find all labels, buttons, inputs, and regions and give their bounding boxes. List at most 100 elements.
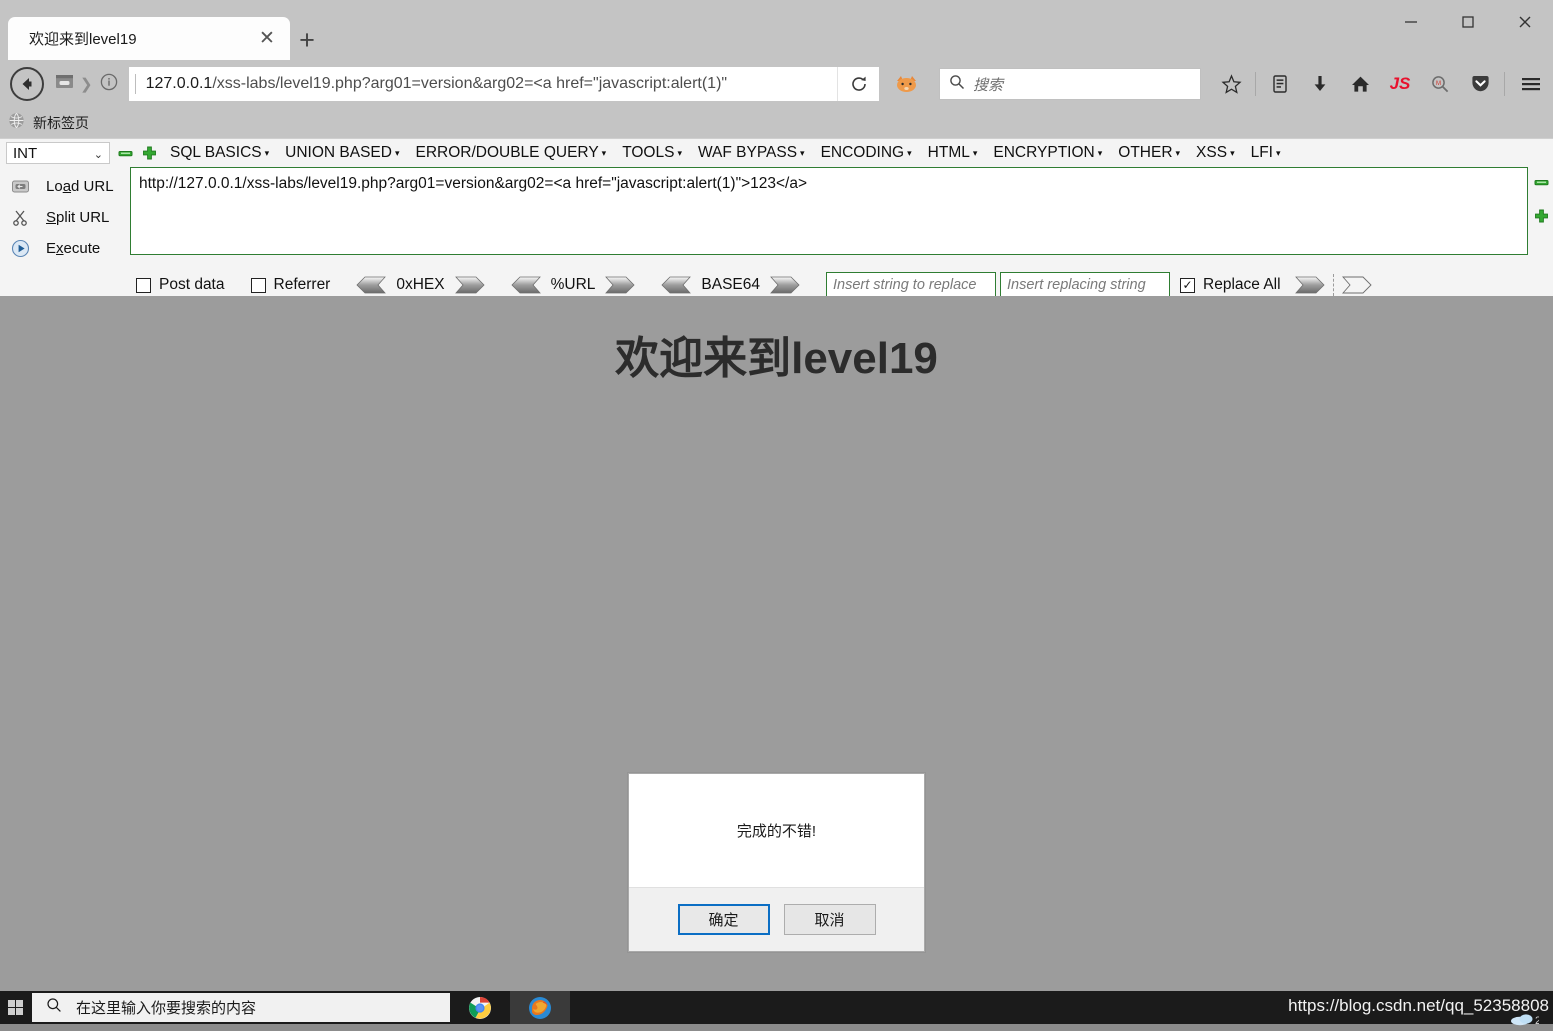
menu-label: HTML [927,144,970,161]
taskbar-search-input[interactable]: 在这里输入你要搜索的内容 [32,993,450,1022]
taskbar-search-icon [46,997,62,1018]
checkbox-box: ✓ [1180,277,1196,293]
dialog-body: 完成的不错! [629,774,924,887]
add-icon[interactable] [140,144,158,162]
hackbar-side-buttons [1530,167,1553,264]
new-tab-plus-icon[interactable]: + [292,25,322,55]
hackbar-menu-waf-bypass[interactable]: WAF BYPASS ▾ [698,144,805,162]
checkbox-box [250,277,266,293]
reload-icon[interactable] [837,67,879,101]
wappalyzer-icon[interactable]: M [1420,64,1460,104]
payload-type-select[interactable]: INT ⌄ [6,142,110,164]
referrer-checkbox[interactable]: Referrer [250,276,330,294]
chevron-down-icon: ▾ [394,147,400,158]
chevron-down-icon: ▾ [264,147,270,158]
close-icon[interactable] [1496,0,1553,44]
windows-start-icon[interactable] [0,991,30,1024]
load-url-button[interactable]: Load URL [0,171,130,202]
chevron-down-icon: ▾ [1230,147,1235,158]
hackbar-menu-html[interactable]: HTML ▾ [928,144,978,162]
menu-label: ENCRYPTION [993,144,1095,161]
menu-label: ERROR/DOUBLE QUERY [415,144,599,161]
javascript-toggle-icon[interactable]: JS [1380,64,1420,104]
request-textarea[interactable]: http://127.0.0.1/xss-labs/level19.php?ar… [130,167,1528,255]
close-icon[interactable]: ✕ [252,24,282,54]
replace-from-input[interactable]: Insert string to replace [826,272,997,298]
encode-right-arrow-icon[interactable] [454,276,485,294]
hackbar-fox-icon[interactable] [889,73,925,95]
hackbar-menu-encryption[interactable]: ENCRYPTION ▾ [993,144,1102,162]
post-data-checkbox[interactable]: Post data [136,276,225,294]
hackbar-menu-tools[interactable]: TOOLS ▾ [622,144,682,162]
back-arrow-icon[interactable] [10,67,44,101]
bookmarks-toolbar: 新标签页 [0,108,1553,138]
replace-from-placeholder: Insert string to replace [833,277,977,293]
url-label: %URL [550,276,596,293]
browser-tab[interactable]: 欢迎来到level19 ✕ [8,17,290,60]
replace-to-input[interactable]: Insert replacing string [1000,272,1171,298]
search-input[interactable]: 搜索 [939,68,1201,100]
chevron-down-icon: ⌄ [93,149,103,161]
minimize-icon[interactable] [1382,0,1439,44]
hackbar-menu-xss[interactable]: XSS ▾ [1196,144,1235,162]
bookmark-label: 新标签页 [33,115,89,131]
menu-label: TOOLS [622,144,675,161]
home-icon[interactable] [1340,64,1380,104]
hackbar-menu-lfi[interactable]: LFI ▾ [1251,144,1281,162]
hackbar-request-area: http://127.0.0.1/xss-labs/level19.php?ar… [130,167,1530,264]
info-circle-icon[interactable] [99,72,119,97]
chrome-taskbar-icon[interactable] [450,991,510,1024]
replace-all-checkbox[interactable]: ✓ Replace All [1180,276,1281,294]
encode-right-arrow-icon[interactable] [605,276,635,294]
url-encoder-group: %URL [511,276,636,294]
hamburger-menu-icon[interactable] [1509,64,1553,104]
decode-left-arrow-icon[interactable] [356,276,387,294]
tab-title: 欢迎来到level19 [29,31,137,48]
hackbar-menu-sql-basics[interactable]: SQL BASICS ▾ [170,144,269,162]
browser-window: 欢迎来到level19 ✕ + ❯ 127.0.0.1/xss-labs/lev… [0,0,1553,991]
hex-encoder-group: 0xHEX [356,276,485,294]
post-data-label: Post data [159,276,225,293]
address-bar[interactable]: 127.0.0.1/xss-labs/level19.php?arg01=ver… [128,67,837,101]
hackbar-menu-union-based[interactable]: UNION BASED ▾ [285,144,399,162]
chevron-down-icon: ▾ [601,147,607,158]
search-magnifier-icon [949,74,965,95]
expand-icon[interactable] [1534,209,1549,229]
url-divider [134,74,136,94]
hackbar-menu-encoding[interactable]: ENCODING ▾ [821,144,912,162]
downloads-icon[interactable] [1300,64,1340,104]
replace-revert-arrow-icon[interactable] [1341,276,1372,294]
chevron-down-icon: ▾ [972,147,978,158]
menu-label: LFI [1250,144,1273,161]
collapse-icon[interactable] [1534,175,1549,195]
execute-button[interactable]: Execute [0,233,130,264]
bookmark-item-newtab[interactable]: 新标签页 [8,112,89,134]
split-url-button[interactable]: Split URL [0,202,130,233]
hackbar-menu-other[interactable]: OTHER ▾ [1118,144,1180,162]
pocket-icon[interactable] [1460,64,1500,104]
replace-apply-arrow-icon[interactable] [1294,276,1325,294]
windows-taskbar: 在这里输入你要搜索的内容 https://blog.csdn.net/qq_52… [0,991,1553,1027]
menu-label: XSS [1196,144,1228,161]
dialog-cancel-button[interactable]: 取消 [783,904,876,935]
tab-strip: 欢迎来到level19 ✕ + [0,0,1553,60]
firefox-taskbar-icon[interactable] [510,991,570,1024]
decode-left-arrow-icon[interactable] [511,276,541,294]
reader-list-icon[interactable] [1260,64,1300,104]
hackbar-menu-error-double-query[interactable]: ERROR/DOUBLE QUERY ▾ [415,144,606,162]
dialog-ok-button[interactable]: 确定 [677,904,770,935]
replace-to-placeholder: Insert replacing string [1007,277,1146,293]
maximize-icon[interactable] [1439,0,1496,44]
page-info-shield-icon[interactable] [54,72,76,97]
checkbox-box [136,277,151,293]
toolbar-divider-2 [1504,72,1505,96]
navigation-toolbar: ❯ 127.0.0.1/xss-labs/level19.php?arg01=v… [0,60,1553,108]
chevron-down-icon: ▾ [907,147,912,158]
decode-left-arrow-icon[interactable] [661,276,692,294]
encode-right-arrow-icon[interactable] [770,276,800,294]
bookmark-star-icon[interactable] [1211,64,1251,104]
chevron-down-icon: ▾ [677,147,682,158]
load-url-icon [8,177,32,196]
svg-text:M: M [1436,81,1441,87]
remove-icon[interactable] [116,144,134,162]
